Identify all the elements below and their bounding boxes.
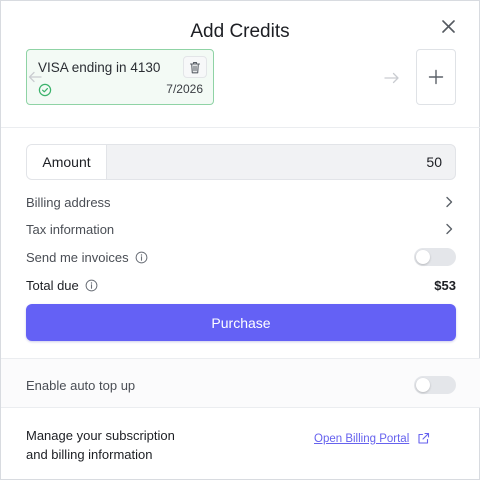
add-card-button[interactable]: [416, 49, 456, 105]
manage-subscription-text: Manage your subscription and billing inf…: [26, 426, 175, 464]
send-invoices-row: Send me invoices: [26, 247, 456, 267]
add-credits-dialog: Add Credits VISA ending in 4130 7/2026 A…: [0, 0, 480, 480]
card-label: VISA ending in 4130: [38, 60, 161, 75]
total-due-value: $53: [434, 277, 456, 293]
manage-line-1: Manage your subscription: [26, 428, 175, 443]
toggle-knob: [416, 250, 430, 264]
info-icon[interactable]: [135, 251, 148, 264]
external-link-icon: [418, 432, 430, 444]
billing-address-row[interactable]: Billing address: [26, 192, 456, 212]
billing-portal-label: Open Billing Portal: [314, 432, 410, 445]
total-due-text: Total due: [26, 277, 79, 293]
send-invoices-label: Send me invoices: [26, 250, 148, 265]
send-invoices-toggle[interactable]: [414, 248, 456, 266]
plus-icon: [428, 69, 444, 85]
payment-card[interactable]: VISA ending in 4130 7/2026: [26, 49, 214, 105]
amount-input[interactable]: [242, 154, 442, 170]
auto-top-up-label: Enable auto top up: [26, 377, 136, 393]
divider: [1, 407, 480, 408]
auto-top-up-row: Enable auto top up: [26, 375, 456, 395]
chevron-right-icon: [442, 195, 456, 209]
billing-address-label: Billing address: [26, 194, 111, 210]
send-invoices-text: Send me invoices: [26, 249, 129, 265]
check-circle-icon: [38, 83, 52, 97]
info-icon[interactable]: [85, 279, 98, 292]
manage-line-2: and billing information: [26, 447, 153, 462]
auto-top-up-toggle[interactable]: [414, 376, 456, 394]
trash-icon: [189, 61, 201, 73]
delete-card-button[interactable]: [183, 56, 207, 78]
toggle-knob: [416, 378, 430, 392]
open-billing-portal-link[interactable]: Open Billing Portal: [314, 432, 430, 445]
chevron-right-icon: [442, 222, 456, 236]
total-due-label: Total due: [26, 278, 98, 293]
purchase-button[interactable]: Purchase: [26, 304, 456, 341]
amount-field[interactable]: Amount: [26, 144, 456, 180]
close-icon: [441, 19, 455, 33]
total-due-row: Total due $53: [26, 275, 456, 295]
tax-information-label: Tax information: [26, 221, 115, 237]
tax-information-row[interactable]: Tax information: [26, 219, 456, 239]
card-expiry: 7/2026: [166, 82, 203, 96]
dialog-title: Add Credits: [190, 21, 290, 42]
arrow-left-icon[interactable]: [27, 69, 43, 85]
divider: [1, 127, 480, 128]
close-button[interactable]: [437, 15, 459, 37]
amount-label: Amount: [27, 145, 107, 179]
arrow-right-icon[interactable]: [383, 69, 401, 87]
